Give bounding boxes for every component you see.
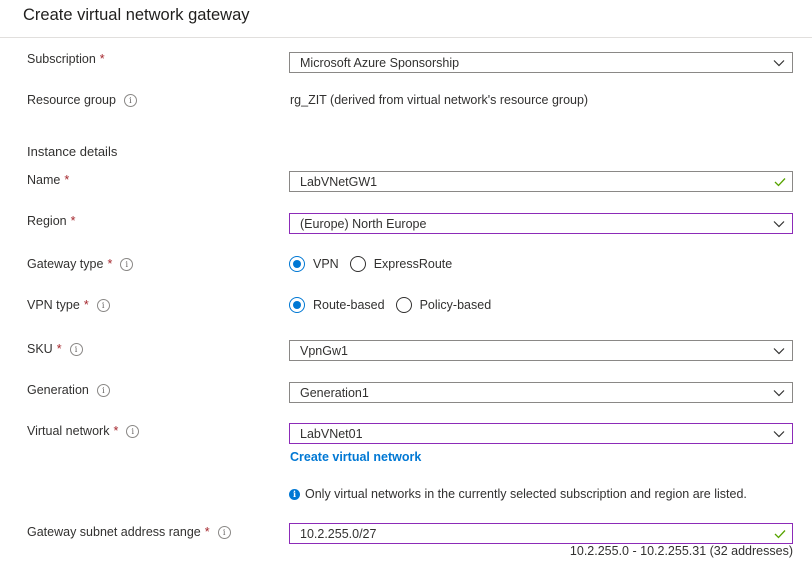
vpn-type-label-text: VPN type (27, 298, 80, 312)
info-icon[interactable]: i (123, 93, 137, 107)
generation-label: Generation i (27, 381, 110, 399)
info-icon[interactable]: i (96, 383, 110, 397)
subscription-label: Subscription * (27, 50, 105, 68)
required-mark: * (99, 52, 105, 66)
virtual-network-value: LabVNet01 (300, 426, 363, 441)
resource-group-label: Resource group i (27, 91, 137, 109)
resource-group-label-text: Resource group (27, 93, 116, 107)
required-mark: * (107, 257, 113, 271)
gateway-type-option-expressroute[interactable]: ExpressRoute (349, 256, 453, 272)
name-input[interactable]: LabVNetGW1 (289, 171, 793, 192)
gateway-subnet-label-text: Gateway subnet address range (27, 525, 201, 539)
region-value: (Europe) North Europe (300, 216, 427, 231)
required-mark: * (64, 173, 70, 187)
generation-select[interactable]: Generation1 (289, 382, 793, 403)
virtual-network-label-text: Virtual network (27, 424, 110, 438)
virtual-network-info-note: i Only virtual networks in the currently… (289, 487, 747, 501)
option-label: Policy-based (419, 298, 492, 312)
required-mark: * (204, 525, 210, 539)
checkmark-icon (768, 172, 792, 191)
option-label: ExpressRoute (373, 257, 453, 271)
chevron-down-icon (766, 424, 792, 443)
radio-selected-icon[interactable] (289, 297, 305, 313)
virtual-network-select[interactable]: LabVNet01 (289, 423, 793, 444)
resource-group-value: rg_ZIT (derived from virtual network's r… (290, 93, 589, 107)
sku-select[interactable]: VpnGw1 (289, 340, 793, 361)
info-icon[interactable]: i (120, 257, 134, 271)
gateway-type-radio-group: VPN ExpressRoute (289, 254, 463, 274)
create-virtual-network-link[interactable]: Create virtual network (290, 450, 421, 464)
info-icon[interactable]: i (126, 424, 140, 438)
name-label-text: Name (27, 173, 61, 187)
gateway-type-label: Gateway type * i (27, 255, 134, 273)
name-value: LabVNetGW1 (300, 174, 378, 189)
virtual-network-label: Virtual network * i (27, 422, 140, 440)
chevron-down-icon (766, 53, 792, 72)
info-icon[interactable]: i (69, 342, 83, 356)
vpn-type-label: VPN type * i (27, 296, 110, 314)
subscription-select[interactable]: Microsoft Azure Sponsorship (289, 52, 793, 73)
chevron-down-icon (766, 383, 792, 402)
subscription-value: Microsoft Azure Sponsorship (300, 55, 460, 70)
gateway-subnet-input[interactable]: 10.2.255.0/27 (289, 523, 793, 544)
required-mark: * (70, 214, 76, 228)
vpn-type-option-route-based[interactable]: Route-based (289, 297, 385, 313)
vpn-type-option-policy-based[interactable]: Policy-based (395, 297, 492, 313)
instance-details-heading: Instance details (27, 144, 118, 159)
sku-label-text: SKU (27, 342, 53, 356)
gateway-type-option-vpn[interactable]: VPN (289, 256, 339, 272)
chevron-down-icon (766, 341, 792, 360)
sku-label: SKU * i (27, 340, 83, 358)
title-divider (0, 37, 812, 38)
generation-value: Generation1 (300, 385, 369, 400)
page-title: Create virtual network gateway (23, 6, 250, 24)
chevron-down-icon (766, 214, 792, 233)
generation-label-text: Generation (27, 383, 89, 397)
subscription-label-text: Subscription (27, 52, 96, 66)
region-select[interactable]: (Europe) North Europe (289, 213, 793, 234)
required-mark: * (113, 424, 119, 438)
radio-selected-icon[interactable] (289, 256, 305, 272)
checkmark-icon (768, 524, 792, 543)
gateway-subnet-value: 10.2.255.0/27 (300, 526, 377, 541)
info-icon[interactable]: i (217, 525, 231, 539)
radio-unselected-icon[interactable] (395, 297, 412, 313)
info-icon[interactable]: i (96, 298, 110, 312)
option-label: Route-based (313, 298, 385, 312)
vpn-type-radio-group: Route-based Policy-based (289, 295, 502, 315)
gateway-type-label-text: Gateway type (27, 257, 104, 271)
radio-unselected-icon[interactable] (349, 256, 366, 272)
sku-value: VpnGw1 (300, 343, 348, 358)
info-filled-icon: i (289, 488, 300, 500)
region-label: Region * (27, 212, 76, 230)
gateway-subnet-label: Gateway subnet address range * i (27, 523, 231, 541)
note-text: Only virtual networks in the currently s… (305, 487, 747, 501)
region-label-text: Region (27, 214, 67, 228)
option-label: VPN (313, 257, 339, 271)
address-range-hint: 10.2.255.0 - 10.2.255.31 (32 addresses) (569, 544, 793, 558)
required-mark: * (83, 298, 89, 312)
required-mark: * (56, 342, 62, 356)
name-label: Name * (27, 171, 69, 189)
